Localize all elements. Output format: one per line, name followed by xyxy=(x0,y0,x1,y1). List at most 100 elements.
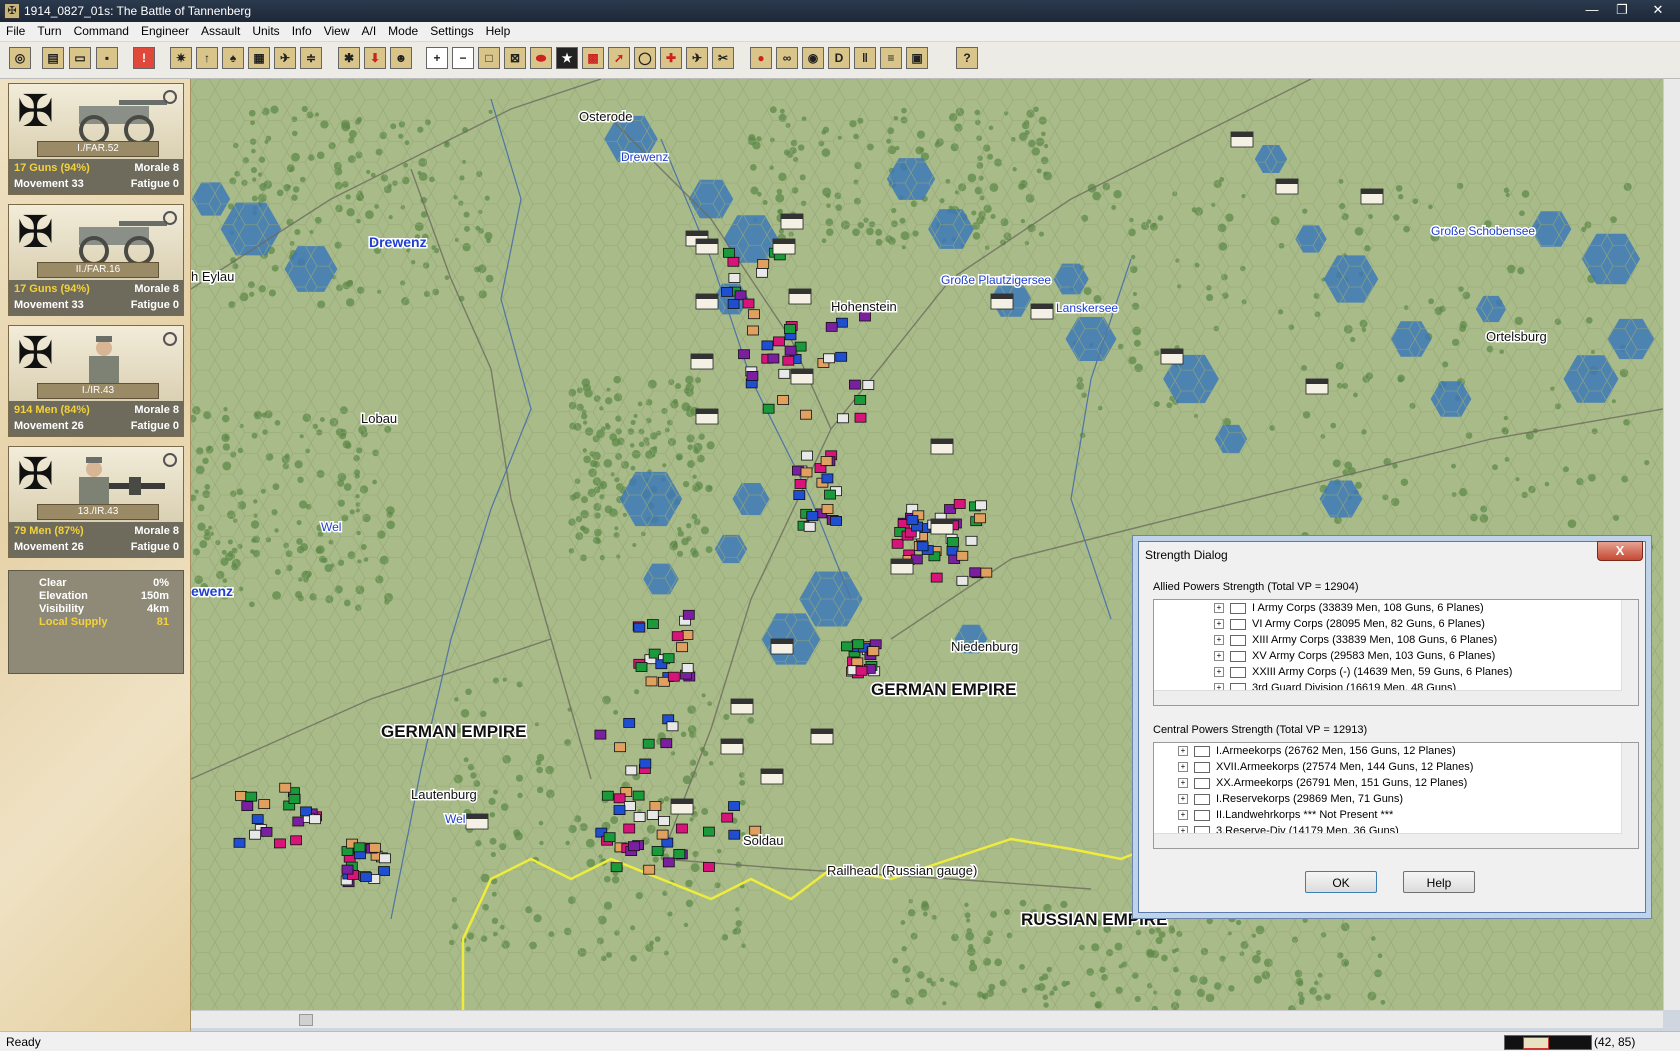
unit-counter[interactable] xyxy=(974,513,986,524)
unit-counter[interactable] xyxy=(734,290,747,301)
unit-counter[interactable] xyxy=(800,467,813,478)
unit-counter[interactable] xyxy=(610,862,623,873)
unit-counter[interactable] xyxy=(930,572,943,583)
unit-counter[interactable] xyxy=(800,409,812,420)
unit-counter[interactable] xyxy=(235,791,247,801)
unit-counter[interactable] xyxy=(773,336,785,347)
unit-counter[interactable] xyxy=(721,286,733,297)
unit-counter[interactable] xyxy=(623,823,636,834)
unit-card[interactable]: ✠ 13./IR.43 79 Men (87%) Morale 8 Moveme… xyxy=(8,446,184,558)
unit-counter[interactable] xyxy=(794,341,807,352)
unit-counter[interactable] xyxy=(746,370,759,381)
victory-point-marker[interactable] xyxy=(690,353,714,370)
unit-counter[interactable] xyxy=(627,841,640,852)
cross-red-icon[interactable]: ✚ xyxy=(660,47,682,69)
map-horizontal-scrollbar[interactable] xyxy=(191,1010,1663,1028)
allied-vertical-scrollbar[interactable] xyxy=(1621,600,1638,705)
unit-counter[interactable] xyxy=(969,567,982,578)
fort-icon[interactable]: ▦ xyxy=(248,47,270,69)
unit-counter[interactable] xyxy=(260,827,273,837)
shovel-icon[interactable]: ♠ xyxy=(222,47,244,69)
menu-turn[interactable]: Turn xyxy=(31,22,67,41)
unit-counter[interactable] xyxy=(794,479,807,489)
unit-counter[interactable] xyxy=(757,258,770,269)
tree-item[interactable]: + XXIII Army Corps (-) (14639 Men, 59 Gun… xyxy=(1214,666,1512,678)
unit-counter[interactable] xyxy=(671,631,684,642)
victory-point-marker[interactable] xyxy=(788,288,812,305)
target-icon[interactable]: ◎ xyxy=(9,47,31,69)
menu-assault[interactable]: Assault xyxy=(195,22,246,41)
expand-icon[interactable]: + xyxy=(1178,762,1188,773)
unit-counter[interactable] xyxy=(728,801,740,811)
unit-counter[interactable] xyxy=(625,765,638,776)
unit-counter[interactable] xyxy=(603,832,616,843)
unit-counter[interactable] xyxy=(309,814,321,825)
open-folder-icon[interactable]: ▭ xyxy=(69,47,91,69)
unit-counter[interactable] xyxy=(761,340,774,351)
menu-settings[interactable]: Settings xyxy=(424,22,479,41)
unit-counter[interactable] xyxy=(862,379,875,390)
unit-counter[interactable] xyxy=(727,299,740,309)
victory-point-marker[interactable] xyxy=(770,638,794,655)
unit-counter[interactable] xyxy=(632,790,645,801)
unit-counter[interactable] xyxy=(613,793,626,804)
unit-counter[interactable] xyxy=(633,622,646,633)
expand-icon[interactable]: + xyxy=(1178,778,1188,789)
unit-counter[interactable] xyxy=(642,738,655,749)
map-vertical-scrollbar[interactable] xyxy=(1663,79,1680,1010)
unit-counter[interactable] xyxy=(854,394,867,405)
tree-item[interactable]: + I Army Corps (33839 Men, 108 Guns, 6 Pl… xyxy=(1214,602,1484,614)
zoom-out-icon[interactable]: − xyxy=(452,47,474,69)
unit-counter[interactable] xyxy=(820,456,833,466)
maximize-button[interactable]: ❐ xyxy=(1608,0,1636,20)
unit-counter[interactable] xyxy=(666,721,679,732)
unit-counter[interactable] xyxy=(353,842,366,853)
unit-counter[interactable] xyxy=(676,642,688,653)
unit-counter[interactable] xyxy=(633,812,646,822)
unit-counter[interactable] xyxy=(251,814,264,824)
victory-point-marker[interactable] xyxy=(720,738,744,755)
unit-counter[interactable] xyxy=(806,511,819,521)
unit-card[interactable]: ✠ I./FAR.52 17 Guns (94%) Morale 8 Movem… xyxy=(8,83,184,195)
unit-counter[interactable] xyxy=(803,521,816,532)
unit-counter[interactable] xyxy=(793,490,806,501)
unit-counter[interactable] xyxy=(947,537,959,547)
unit-counter[interactable] xyxy=(867,646,880,656)
unit-counter[interactable] xyxy=(614,742,627,753)
unit-counter[interactable] xyxy=(639,758,652,769)
victory-point-marker[interactable] xyxy=(990,293,1014,310)
victory-point-marker[interactable] xyxy=(790,368,814,385)
stack-icon[interactable]: ≡ xyxy=(880,47,902,69)
unit-card[interactable]: ✠ I./IR.43 914 Men (84%) Morale 8 Moveme… xyxy=(8,325,184,437)
menu-mode[interactable]: Mode xyxy=(382,22,424,41)
victory-point-marker[interactable] xyxy=(1275,178,1299,195)
ring-icon[interactable]: ◯ xyxy=(634,47,656,69)
close-window-button[interactable]: ✕ xyxy=(1640,0,1676,20)
allied-tree-list[interactable]: + I Army Corps (33839 Men, 108 Guns, 6 Pl… xyxy=(1153,599,1639,706)
unit-counter[interactable] xyxy=(756,267,768,278)
menu-view[interactable]: View xyxy=(318,22,356,41)
expand-icon[interactable]: + xyxy=(1178,794,1188,805)
unit-counter[interactable] xyxy=(975,500,987,511)
help-button[interactable]: Help xyxy=(1403,871,1475,893)
save-icon[interactable]: ▪ xyxy=(96,47,118,69)
menu-command[interactable]: Command xyxy=(68,22,135,41)
victory-point-marker[interactable] xyxy=(930,438,954,455)
unit-counter[interactable] xyxy=(249,829,261,840)
unit-counter[interactable] xyxy=(837,413,849,424)
victory-point-marker[interactable] xyxy=(670,798,694,815)
unit-counter[interactable] xyxy=(852,639,865,650)
unit-counter[interactable] xyxy=(635,662,648,672)
unit-counter[interactable] xyxy=(656,829,669,840)
victory-point-marker[interactable] xyxy=(930,518,954,535)
tree-item[interactable]: + I.Armeekorps (26762 Men, 156 Guns, 12 P… xyxy=(1178,745,1456,757)
unit-counter[interactable] xyxy=(359,872,372,882)
victory-point-marker[interactable] xyxy=(695,238,719,255)
unit-counter[interactable] xyxy=(784,345,797,356)
unit-counter[interactable] xyxy=(662,857,675,868)
horizontal-scroll-thumb[interactable] xyxy=(299,1014,313,1026)
victory-point-marker[interactable] xyxy=(465,813,489,830)
unit-counter[interactable] xyxy=(660,738,673,749)
unit-counter[interactable] xyxy=(801,450,813,461)
unit-counter[interactable] xyxy=(742,298,755,309)
